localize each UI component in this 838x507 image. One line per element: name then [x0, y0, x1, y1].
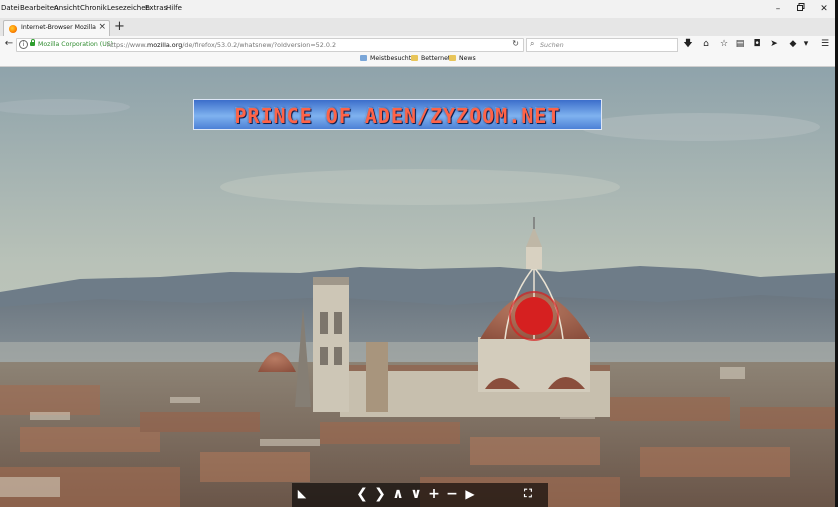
search-placeholder: Suchen: [540, 41, 564, 49]
minimize-icon[interactable]: –: [767, 2, 789, 16]
site-identity[interactable]: Mozilla Corporation (US): [38, 41, 113, 48]
download-icon[interactable]: 🡇: [681, 38, 695, 50]
fullscreen-icon[interactable]: ⛶: [520, 484, 536, 504]
next-icon[interactable]: ❯: [372, 484, 388, 504]
new-tab-icon[interactable]: +: [114, 18, 125, 35]
folder-icon: [411, 55, 418, 61]
url-text[interactable]: https://www.mozilla.org/de/firefox/53.0.…: [107, 41, 336, 49]
webcam-controls: ◣ ❮ ❯ ∧ ∨ + − ▶ ⛶: [292, 483, 548, 507]
up-icon[interactable]: ∧: [390, 484, 406, 504]
info-icon[interactable]: i: [19, 40, 28, 49]
bookmark-news[interactable]: News: [449, 55, 476, 62]
menu-datei[interactable]: Datei: [1, 4, 20, 12]
extension-icon[interactable]: ◆: [786, 38, 800, 50]
send-icon[interactable]: ➤: [767, 38, 781, 50]
menu-extras[interactable]: Extras: [145, 4, 167, 12]
bookmark-star-icon[interactable]: ☆: [717, 38, 731, 50]
bookmark-betternet[interactable]: Betternet: [411, 55, 450, 62]
bookmarks-toolbar: Meistbesucht Betternet News: [0, 53, 835, 67]
bookmark-meistbesucht[interactable]: Meistbesucht: [360, 55, 411, 62]
navigation-bar: ← i Mozilla Corporation (US) https://www…: [0, 36, 835, 53]
menu-lesezeichen[interactable]: Lesezeichen: [107, 4, 150, 12]
menu-hilfe[interactable]: Hilfe: [166, 4, 182, 12]
banner-text: PRINCE OF ADEN/ZYZOOM.NET: [234, 104, 561, 128]
search-icon: ⌕: [530, 39, 535, 48]
prev-icon[interactable]: ❮: [354, 484, 370, 504]
play-icon[interactable]: ▶: [462, 484, 478, 504]
menu-chronik[interactable]: Chronik: [80, 4, 107, 12]
overflow-icon[interactable]: ▾: [799, 38, 813, 50]
zoom-in-icon[interactable]: +: [426, 484, 442, 504]
tab-close-icon[interactable]: ×: [98, 22, 106, 32]
reload-icon[interactable]: ↻: [512, 39, 519, 48]
pocket-icon[interactable]: ◘: [750, 38, 764, 50]
draw-icon[interactable]: ◣: [294, 484, 310, 504]
folder-icon: [449, 55, 456, 61]
menu-icon[interactable]: ☰: [818, 38, 832, 50]
folder-icon: [360, 55, 367, 61]
menu-bearbeiten[interactable]: Bearbeiten: [20, 4, 58, 12]
maximize-icon[interactable]: [790, 2, 812, 16]
home-icon[interactable]: ⌂: [699, 38, 713, 50]
down-icon[interactable]: ∨: [408, 484, 424, 504]
back-icon[interactable]: ←: [3, 38, 15, 50]
library-icon[interactable]: ▤: [733, 38, 747, 50]
webcam-banner: PRINCE OF ADEN/ZYZOOM.NET: [193, 99, 602, 130]
webcam-view[interactable]: PRINCE OF ADEN/ZYZOOM.NET ◣ ❮ ❯ ∧ ∨ + − …: [0, 67, 835, 507]
menu-ansicht[interactable]: Ansicht: [54, 4, 80, 12]
browser-window: Datei Bearbeiten Ansicht Chronik Lesezei…: [0, 0, 835, 507]
firefox-icon: [9, 25, 17, 33]
url-bar[interactable]: i Mozilla Corporation (US) https://www.m…: [16, 38, 524, 52]
tab-title: Internet-Browser Mozilla Fire: [21, 24, 97, 31]
search-input[interactable]: ⌕ Suchen: [526, 38, 678, 52]
close-icon[interactable]: ✕: [813, 2, 835, 16]
location-marker-icon: [515, 297, 553, 335]
menu-bar: Datei Bearbeiten Ansicht Chronik Lesezei…: [0, 0, 835, 18]
florence-skyline-image: [0, 67, 835, 507]
zoom-out-icon[interactable]: −: [444, 484, 460, 504]
lock-icon: [30, 39, 35, 46]
tab-active[interactable]: Internet-Browser Mozilla Fire ×: [3, 20, 110, 37]
tab-bar: Internet-Browser Mozilla Fire × +: [0, 18, 835, 37]
